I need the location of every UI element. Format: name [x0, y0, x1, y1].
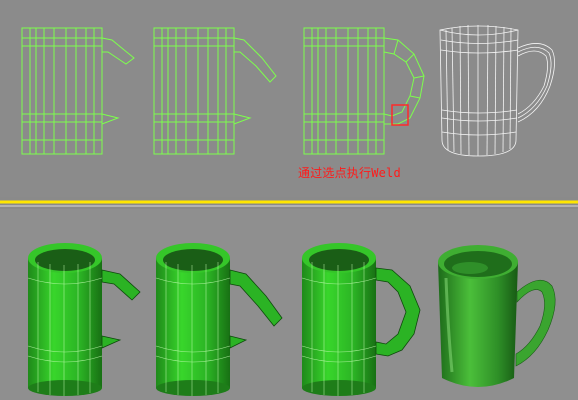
mug-wireframe-step-1: [21, 27, 135, 155]
scene-svg: [0, 24, 578, 396]
mug-shaded-step-1: [27, 243, 141, 396]
mug-shaded-final: [438, 245, 556, 387]
mug-wireframe-final: [439, 24, 555, 157]
mug-wireframe-step-3: [303, 27, 425, 155]
viewport-stage: 通过选点执行Weld: [0, 0, 578, 400]
weld-caption: 通过选点执行Weld: [298, 166, 401, 180]
mug-shaded-step-2: [155, 243, 283, 396]
mug-shaded-step-3: [301, 243, 421, 396]
mug-wireframe-step-2: [153, 27, 277, 155]
